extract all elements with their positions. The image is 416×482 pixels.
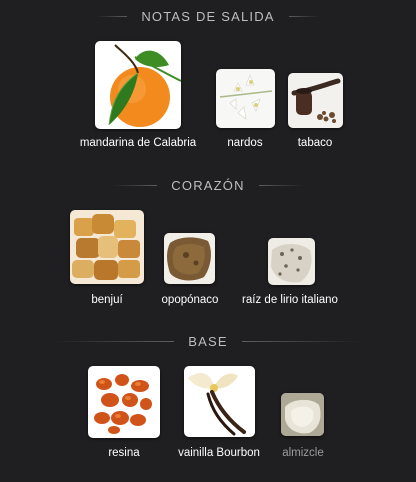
orris-root-image[interactable] bbox=[268, 238, 315, 285]
note-label-benzoin: benjuí bbox=[91, 294, 123, 306]
opoponax-resin-image[interactable] bbox=[164, 233, 215, 284]
section-title-base: BASE bbox=[188, 333, 228, 349]
divider-right bbox=[258, 184, 303, 186]
vanilla-image[interactable] bbox=[184, 366, 255, 437]
musk-image[interactable] bbox=[281, 393, 324, 436]
section-header-heart: CORAZÓN bbox=[0, 176, 416, 194]
divider-left bbox=[113, 184, 158, 186]
note-label-tuberose: nardos bbox=[227, 137, 263, 149]
resin-image[interactable] bbox=[88, 366, 160, 438]
mandarin-image[interactable] bbox=[95, 41, 181, 129]
note-label-musk: almizcle bbox=[282, 447, 324, 459]
section-title-top: NOTAS DE SALIDA bbox=[141, 8, 275, 24]
note-label-tobacco: tabaco bbox=[297, 137, 333, 149]
tobacco-pipe-image[interactable] bbox=[288, 73, 343, 128]
section-header-base: BASE bbox=[0, 332, 416, 350]
benzoin-resin-image[interactable] bbox=[70, 210, 144, 284]
section-header-top: NOTAS DE SALIDA bbox=[0, 7, 416, 25]
note-label-orris: raíz de lirio italiano bbox=[242, 294, 338, 306]
divider-left bbox=[54, 340, 175, 342]
note-label-opoponax: opopónaco bbox=[161, 294, 219, 306]
note-label-vanilla: vainilla Bourbon bbox=[178, 447, 260, 459]
divider-left bbox=[97, 15, 128, 17]
divider-right bbox=[288, 15, 319, 17]
tuberose-image[interactable] bbox=[216, 69, 275, 128]
section-title-heart: CORAZÓN bbox=[171, 177, 245, 193]
divider-right bbox=[241, 340, 362, 342]
note-label-mandarin: mandarina de Calabria bbox=[79, 137, 197, 149]
note-label-resin: resina bbox=[108, 447, 140, 459]
